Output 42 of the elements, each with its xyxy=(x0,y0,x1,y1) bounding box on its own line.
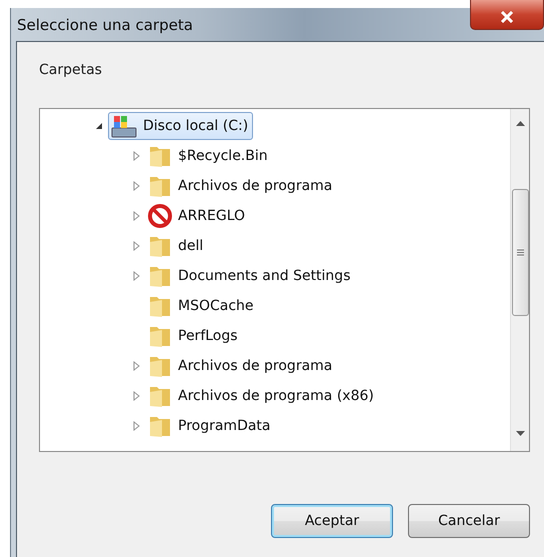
expand-arrow-icon[interactable] xyxy=(132,361,140,371)
blocked-icon xyxy=(148,204,172,228)
dialog-button[interactable]: Cancelar xyxy=(408,504,530,538)
close-button[interactable] xyxy=(470,0,544,30)
folder-icon xyxy=(148,174,172,198)
tree-item[interactable]: dell xyxy=(145,232,208,260)
folder-icon xyxy=(148,234,172,258)
expand-arrow-icon[interactable] xyxy=(132,421,140,431)
folder-icon xyxy=(148,264,172,288)
folder-icon xyxy=(148,414,172,438)
expand-arrow-icon[interactable] xyxy=(132,151,140,161)
collapse-arrow-icon[interactable] xyxy=(95,122,103,130)
tree-item[interactable]: Archivos de programa (x86) xyxy=(145,382,379,410)
close-icon xyxy=(500,10,514,22)
tree-item[interactable]: Documents and Settings xyxy=(145,262,356,290)
window-title: Seleccione una carpeta xyxy=(17,16,193,34)
scroll-down-icon[interactable] xyxy=(516,431,524,437)
folder-icon xyxy=(148,144,172,168)
expand-arrow-icon[interactable] xyxy=(132,391,140,401)
folder-icon xyxy=(148,294,172,318)
tree-item[interactable]: ARREGLO xyxy=(145,202,250,230)
expand-arrow-icon[interactable] xyxy=(132,211,140,221)
tree-item[interactable]: $Recycle.Bin xyxy=(145,142,273,170)
tree-item[interactable]: Archivos de programa xyxy=(145,352,338,380)
grip-icon xyxy=(516,249,524,256)
folder-icon xyxy=(148,324,172,348)
expand-arrow-icon[interactable] xyxy=(132,241,140,251)
scroll-up-icon[interactable] xyxy=(516,121,524,127)
dialog-button[interactable]: Aceptar xyxy=(271,504,393,538)
scrollbar[interactable] xyxy=(510,109,529,451)
expand-arrow-icon[interactable] xyxy=(132,181,140,191)
tree-item[interactable]: PerfLogs xyxy=(145,322,243,350)
folder-icon xyxy=(148,354,172,378)
tree-item[interactable]: Archivos de programa xyxy=(145,172,338,200)
tree-item[interactable]: Disco local (C:) xyxy=(108,112,254,140)
folder-icon xyxy=(148,384,172,408)
drive-icon xyxy=(111,114,137,138)
folders-label: Carpetas xyxy=(39,62,103,78)
tree-item[interactable]: MSOCache xyxy=(145,292,259,320)
expand-arrow-icon[interactable] xyxy=(132,271,140,281)
tree-item[interactable]: ProgramData xyxy=(145,412,276,440)
scrollbar-thumb[interactable] xyxy=(512,189,528,316)
